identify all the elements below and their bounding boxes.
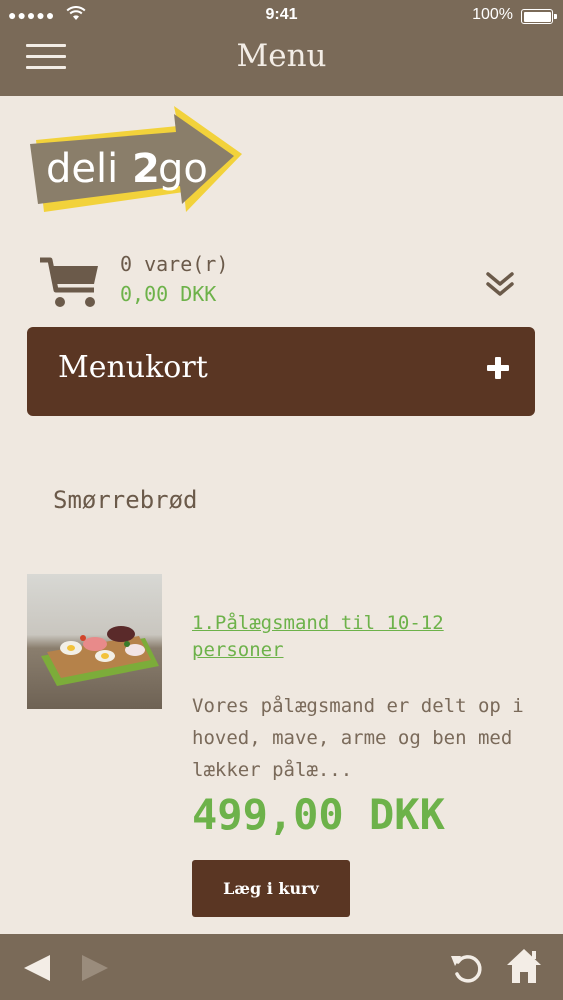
- top-bar: ●●●●● 9:41 100% Menu: [0, 0, 563, 96]
- chevron-double-down-icon[interactable]: [484, 268, 516, 298]
- category-title: Smørrebrød: [53, 486, 198, 514]
- page-title: Menu: [236, 38, 327, 74]
- back-arrow-icon[interactable]: [22, 953, 52, 983]
- plus-icon: [487, 357, 509, 379]
- cart-total: 0,00 DKK: [120, 282, 217, 306]
- menukort-button[interactable]: Menukort: [27, 327, 535, 416]
- reload-icon[interactable]: [449, 950, 485, 986]
- product-price: 499,00 DKK: [192, 790, 445, 839]
- cart-icon[interactable]: [40, 256, 100, 310]
- product-description: Vores pålægsmand er delt op i hoved, mav…: [192, 695, 524, 781]
- battery-percentage: 100%: [472, 6, 513, 23]
- product-title-link[interactable]: 1.Pålægsmand til 10-12 personer: [192, 610, 532, 664]
- logo-text-2: 2: [132, 146, 160, 192]
- logo-text-go: go: [158, 146, 208, 192]
- cart-item-count: 0 vare(r): [120, 252, 229, 276]
- logo-text-deli: deli: [46, 146, 118, 192]
- product-image[interactable]: [27, 574, 162, 709]
- battery-icon: [521, 9, 557, 24]
- deli2go-logo[interactable]: deli 2 go: [28, 104, 246, 222]
- menukort-label: Menukort: [58, 350, 208, 385]
- home-icon[interactable]: [505, 947, 543, 985]
- bottom-toolbar: [0, 934, 563, 1000]
- add-to-cart-button[interactable]: Læg i kurv: [192, 860, 350, 917]
- status-bar: ●●●●● 9:41 100%: [0, 0, 563, 32]
- forward-arrow-icon[interactable]: [80, 953, 110, 983]
